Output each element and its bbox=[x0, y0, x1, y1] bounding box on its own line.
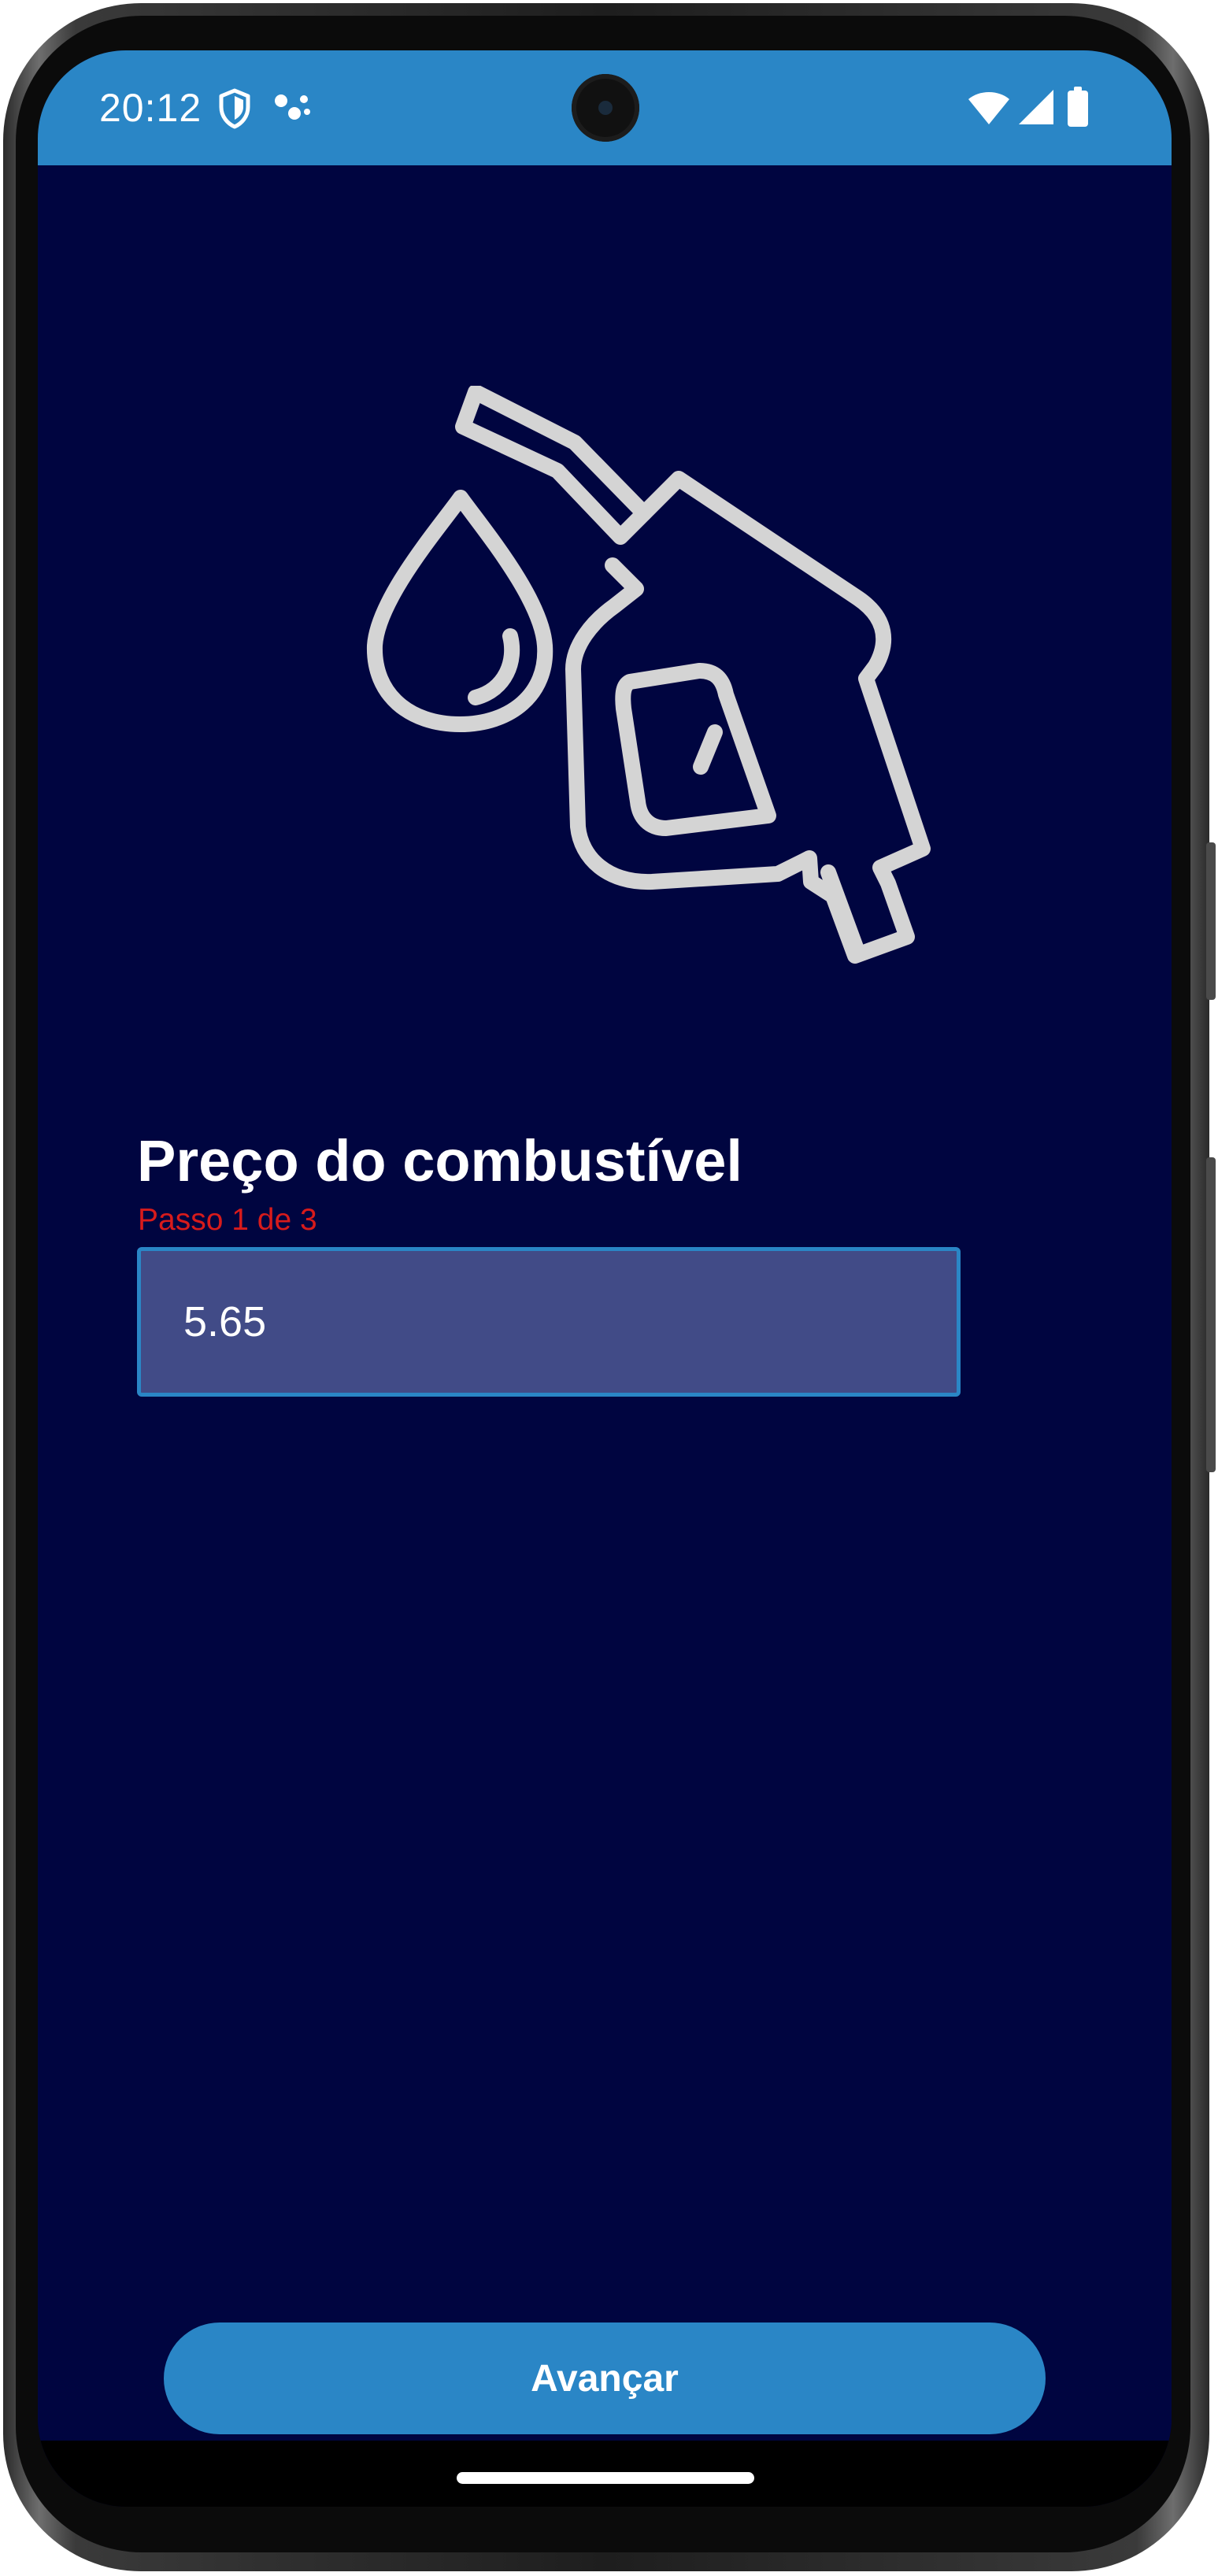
dots-icon bbox=[272, 91, 312, 130]
status-time: 20:12 bbox=[99, 86, 202, 130]
next-button[interactable]: Avançar bbox=[164, 2322, 1046, 2434]
status-bar: 20:12 bbox=[38, 50, 1172, 165]
fuel-drop-icon bbox=[366, 490, 553, 732]
page-title: Preço do combustível bbox=[137, 1128, 742, 1194]
shield-icon bbox=[217, 88, 252, 133]
volume-button bbox=[1206, 1157, 1216, 1472]
home-indicator[interactable] bbox=[457, 2472, 754, 2484]
battery-icon bbox=[1066, 87, 1090, 131]
step-indicator: Passo 1 de 3 bbox=[138, 1203, 317, 1237]
wifi-icon bbox=[967, 88, 1011, 130]
main-content: Preço do combustível Passo 1 de 3 Avança… bbox=[38, 165, 1172, 2491]
signal-icon bbox=[1017, 88, 1055, 130]
fuel-price-input[interactable] bbox=[137, 1247, 961, 1397]
phone-device: 20:12 Preço do combustível Passo 1 de 3 … bbox=[0, 0, 1218, 2576]
fuel-pump-illustration bbox=[366, 386, 931, 964]
app-screen: 20:12 Preço do combustível Passo 1 de 3 … bbox=[38, 50, 1172, 2507]
front-camera bbox=[572, 74, 639, 142]
fuel-pump-icon bbox=[455, 386, 931, 964]
power-button bbox=[1206, 842, 1216, 1000]
